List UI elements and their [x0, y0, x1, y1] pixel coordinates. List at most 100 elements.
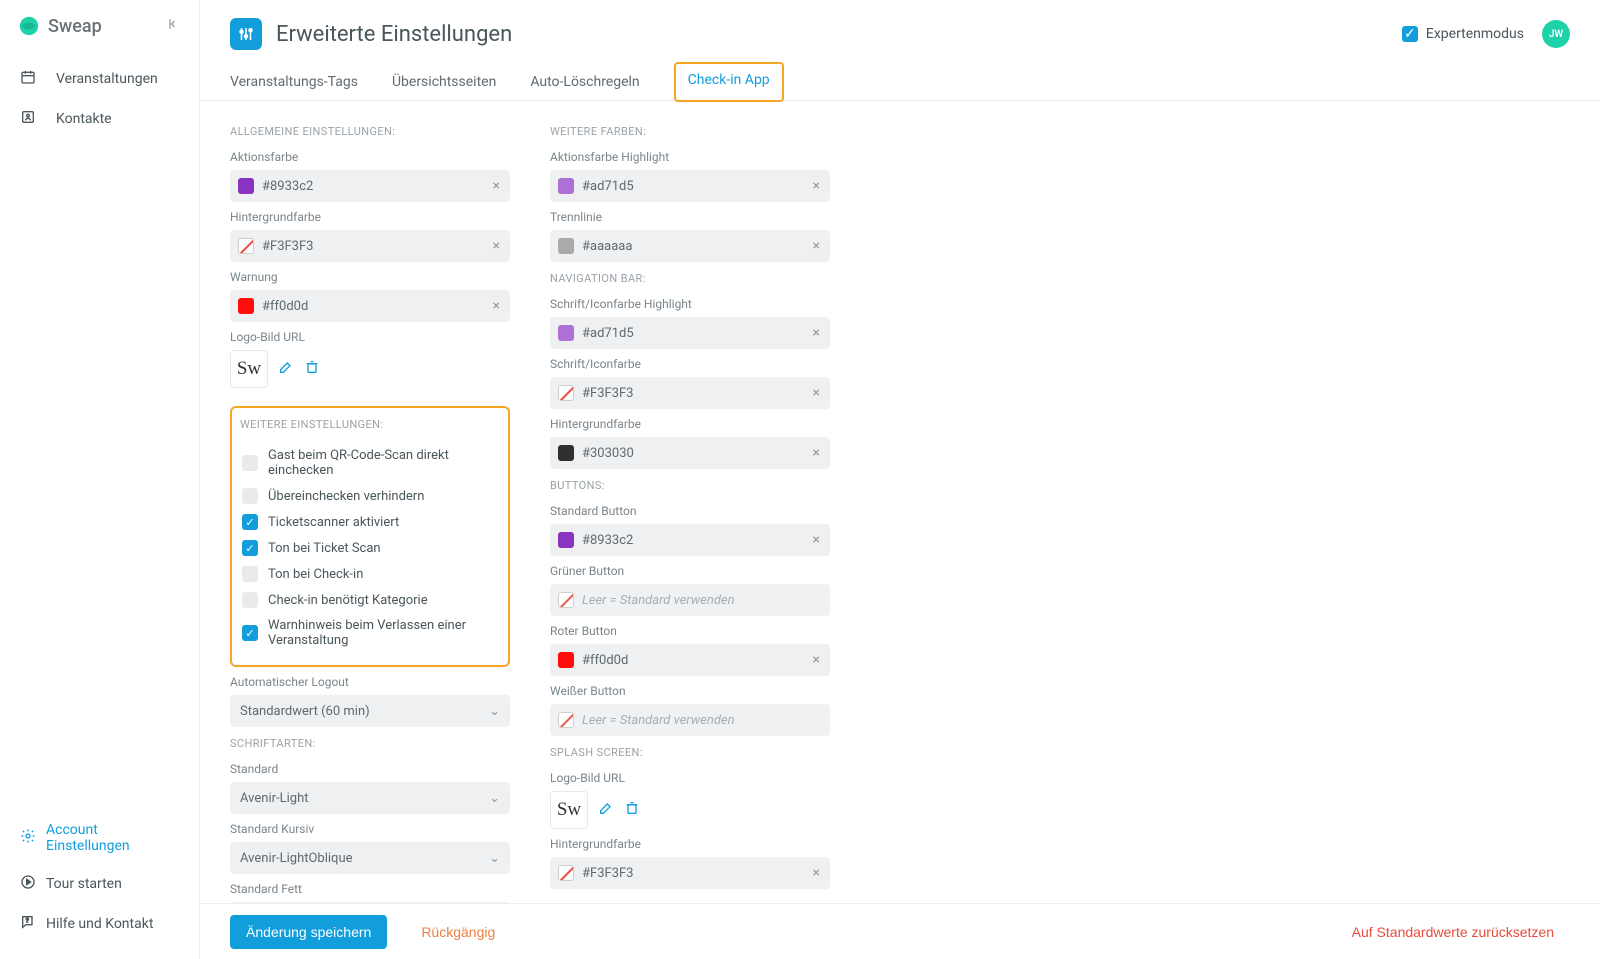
color-swatch [558, 652, 574, 668]
check-leave-warning[interactable]: Warnhinweis beim Verlassen einer Veranst… [240, 613, 500, 653]
avatar[interactable]: JW [1542, 20, 1570, 48]
label-splash-logo: Logo-Bild URL [550, 771, 830, 785]
checkbox-icon [242, 455, 258, 471]
color-value: #ff0d0d [262, 299, 491, 314]
clear-icon[interactable]: × [811, 385, 822, 401]
input-action-color[interactable]: #8933c2 × [230, 170, 510, 202]
color-swatch [558, 178, 574, 194]
delete-icon[interactable] [304, 359, 320, 379]
color-swatch [558, 325, 574, 341]
clear-icon[interactable]: × [491, 178, 502, 194]
color-swatch [558, 712, 574, 728]
check-ticketscanner[interactable]: Ticketscanner aktiviert [240, 509, 500, 535]
input-nav-hl[interactable]: #ad71d5× [550, 317, 830, 349]
section-splash: SPLASH SCREEN: [550, 746, 830, 759]
clear-icon[interactable]: × [811, 865, 822, 881]
edit-icon[interactable] [278, 359, 294, 379]
checkbox-label: Gast beim QR-Code-Scan direkt einchecken [268, 448, 498, 478]
label-nav-color: Schrift/Iconfarbe [550, 357, 830, 371]
tab-auto-delete-rules[interactable]: Auto-Löschregeln [530, 64, 639, 100]
section-buttons: BUTTONS: [550, 479, 830, 492]
clear-icon[interactable]: × [491, 298, 502, 314]
label-splash-bg: Hintergrundfarbe [550, 837, 830, 851]
label-nav-hl: Schrift/Iconfarbe Highlight [550, 297, 830, 311]
edit-icon[interactable] [598, 800, 614, 820]
select-font-italic[interactable]: Avenir-LightOblique⌄ [230, 842, 510, 874]
check-sound-checkin[interactable]: Ton bei Check-in [240, 561, 500, 587]
input-btn-std[interactable]: #8933c2× [550, 524, 830, 556]
color-value: #8933c2 [582, 533, 811, 548]
label-warning-color: Warnung [230, 270, 510, 284]
input-nav-color[interactable]: #F3F3F3× [550, 377, 830, 409]
input-nav-bg[interactable]: #303030× [550, 437, 830, 469]
expert-mode-toggle[interactable]: ✓ Expertenmodus [1402, 26, 1524, 42]
color-swatch [238, 238, 254, 254]
checkbox-label: Ton bei Check-in [268, 567, 363, 582]
logo-thumbnail: Sw [230, 350, 268, 388]
gear-icon [20, 828, 36, 848]
clear-icon[interactable]: × [811, 178, 822, 194]
logo-icon [18, 15, 40, 37]
sidebar-item-help[interactable]: ? Hilfe und Kontakt [10, 904, 189, 944]
color-value: #ad71d5 [582, 326, 811, 341]
checkbox-label: Übereinchecken verhindern [268, 489, 424, 504]
tab-checkin-app[interactable]: Check-in App [674, 62, 784, 102]
input-action-hl[interactable]: #ad71d5× [550, 170, 830, 202]
input-warning-color[interactable]: #ff0d0d × [230, 290, 510, 322]
color-swatch [238, 298, 254, 314]
clear-icon[interactable]: × [811, 238, 822, 254]
tab-event-tags[interactable]: Veranstaltungs-Tags [230, 64, 358, 100]
check-prevent-overcheck[interactable]: Übereinchecken verhindern [240, 483, 500, 509]
checkbox-label: Warnhinweis beim Verlassen einer Veranst… [268, 618, 498, 648]
more-settings-box: WEITERE EINSTELLUNGEN: Gast beim QR-Code… [230, 406, 510, 667]
undo-button[interactable]: Rückgängig [405, 915, 511, 949]
input-bg-color[interactable]: #F3F3F3 × [230, 230, 510, 262]
reset-defaults-button[interactable]: Auf Standardwerte zurücksetzen [1336, 915, 1570, 949]
chevron-down-icon: ⌄ [489, 791, 500, 806]
color-value: #303030 [582, 446, 811, 461]
page-header: Erweiterte Einstellungen ✓ Expertenmodus… [200, 0, 1600, 50]
clear-icon[interactable]: × [811, 532, 822, 548]
logo-thumbnail: Sw [550, 791, 588, 829]
input-btn-white[interactable]: Leer = Standard verwenden [550, 704, 830, 736]
select-value: Avenir-Light [240, 791, 489, 806]
brand-name: Sweap [48, 16, 102, 37]
label-font-bold: Standard Fett [230, 882, 510, 896]
delete-icon[interactable] [624, 800, 640, 820]
sidebar-item-label: Account Einstellungen [46, 822, 179, 854]
sidebar-item-label: Tour starten [46, 876, 122, 892]
input-btn-red[interactable]: #ff0d0d× [550, 644, 830, 676]
color-value: #F3F3F3 [582, 386, 811, 401]
collapse-icon[interactable] [167, 17, 181, 35]
select-auto-logout[interactable]: Standardwert (60 min) ⌄ [230, 695, 510, 727]
color-swatch [558, 592, 574, 608]
clear-icon[interactable]: × [491, 238, 502, 254]
color-value: #F3F3F3 [262, 239, 491, 254]
label-font-italic: Standard Kursiv [230, 822, 510, 836]
check-require-category[interactable]: Check-in benötigt Kategorie [240, 587, 500, 613]
input-divider[interactable]: #aaaaaa× [550, 230, 830, 262]
sidebar: Sweap Veranstaltungen Kontakte Account E… [0, 0, 200, 959]
checkbox-icon [242, 488, 258, 504]
input-btn-green[interactable]: Leer = Standard verwenden [550, 584, 830, 616]
sidebar-item-contacts[interactable]: Kontakte [10, 99, 189, 139]
sidebar-item-account-settings[interactable]: Account Einstellungen [10, 812, 189, 864]
label-action-hl: Aktionsfarbe Highlight [550, 150, 830, 164]
select-font-std[interactable]: Avenir-Light⌄ [230, 782, 510, 814]
color-value: #8933c2 [262, 179, 491, 194]
checkbox-icon [242, 566, 258, 582]
save-button[interactable]: Änderung speichern [230, 915, 387, 949]
color-swatch [558, 238, 574, 254]
calendar-icon [20, 69, 46, 89]
sidebar-item-tour[interactable]: Tour starten [10, 864, 189, 904]
check-sound-ticket[interactable]: Ton bei Ticket Scan [240, 535, 500, 561]
input-splash-bg[interactable]: #F3F3F3× [550, 857, 830, 889]
tab-overview-pages[interactable]: Übersichtsseiten [392, 64, 496, 100]
section-fonts: SCHRIFTARTEN: [230, 737, 510, 750]
clear-icon[interactable]: × [811, 445, 822, 461]
sidebar-item-events[interactable]: Veranstaltungen [10, 59, 189, 99]
clear-icon[interactable]: × [811, 325, 822, 341]
settings-sliders-icon [230, 18, 262, 50]
clear-icon[interactable]: × [811, 652, 822, 668]
check-direct-qr[interactable]: Gast beim QR-Code-Scan direkt einchecken [240, 443, 500, 483]
